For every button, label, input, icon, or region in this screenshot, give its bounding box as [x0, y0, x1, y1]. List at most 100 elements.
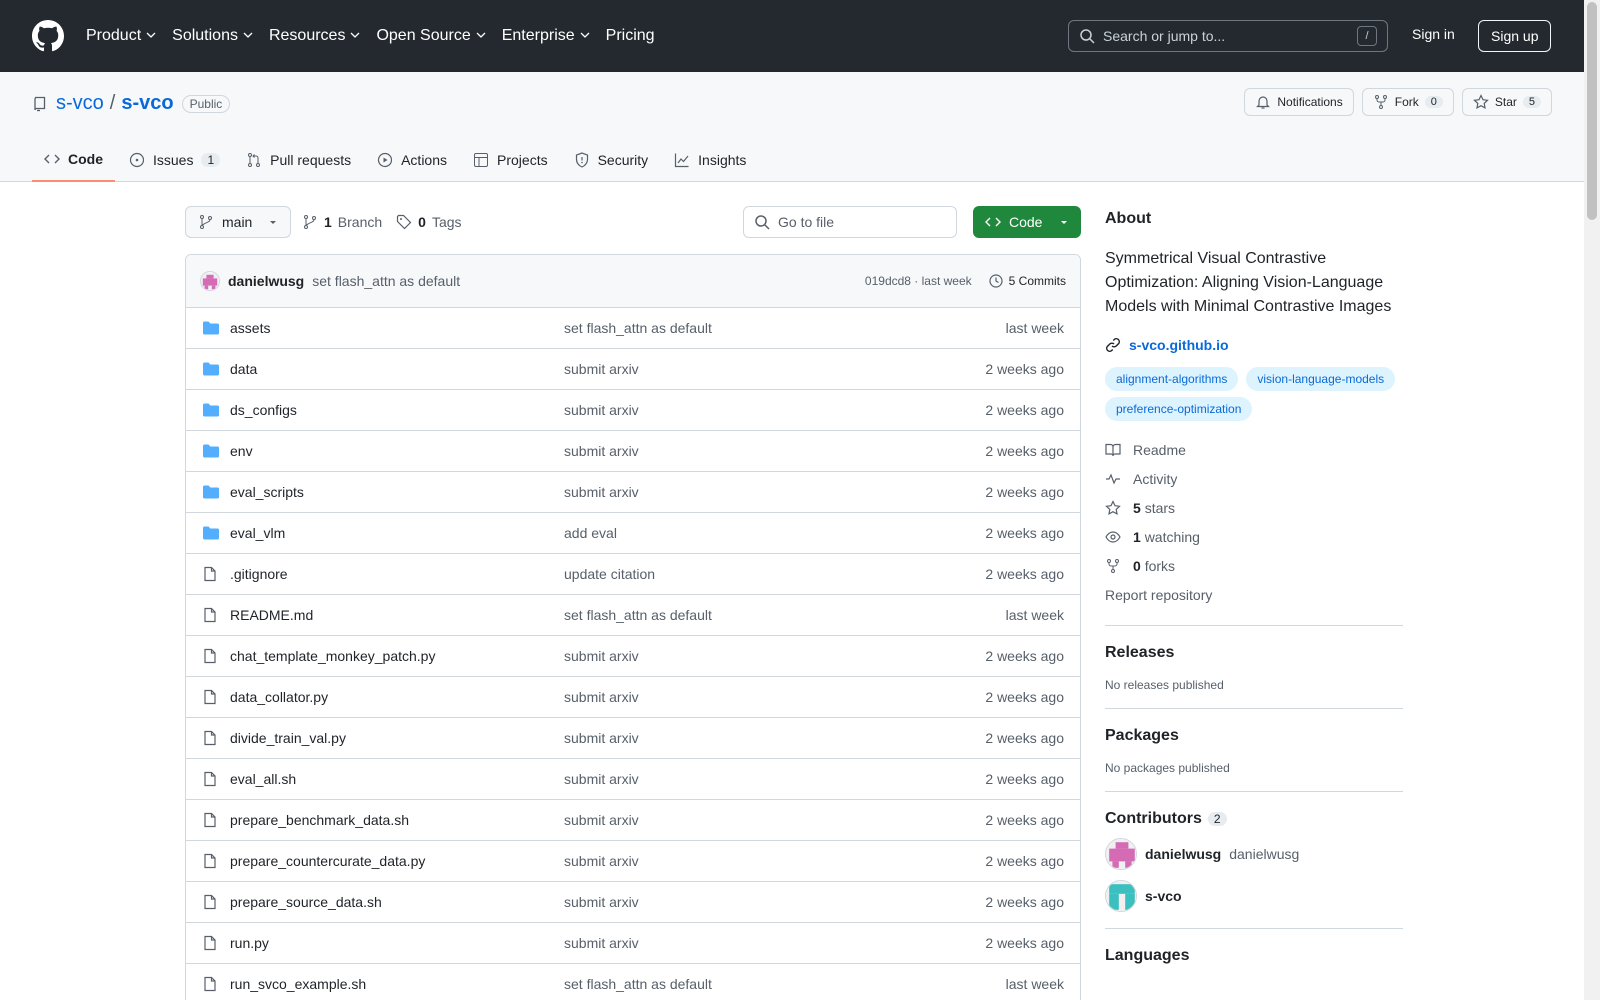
contributors-heading[interactable]: Contributors	[1105, 810, 1202, 828]
topic-tag[interactable]: alignment-algorithms	[1105, 367, 1239, 391]
search-input[interactable]: Search or jump to... /	[1068, 20, 1388, 52]
commit-message-link[interactable]: submit arxiv	[564, 361, 985, 377]
file-name-link[interactable]: run_svco_example.sh	[230, 976, 564, 992]
commit-message-link[interactable]: submit arxiv	[564, 730, 985, 746]
go-to-file-input[interactable]: Go to file	[743, 206, 957, 238]
play-icon	[377, 152, 393, 168]
fork-button[interactable]: Fork 0	[1361, 88, 1454, 116]
file-name-link[interactable]: chat_template_monkey_patch.py	[230, 648, 564, 664]
branches-link[interactable]: 1 Branch	[302, 214, 382, 230]
file-icon	[202, 689, 220, 705]
contributor-item[interactable]: s-vco	[1105, 880, 1403, 912]
scrollbar-thumb[interactable]	[1587, 2, 1597, 220]
tab-actions[interactable]: Actions	[365, 138, 459, 182]
contributor-item[interactable]: danielwusg danielwusg	[1105, 838, 1403, 870]
nav-open-source[interactable]: Open Source	[376, 27, 486, 45]
sign-up-button[interactable]: Sign up	[1478, 20, 1552, 52]
commit-message-link[interactable]: submit arxiv	[564, 771, 985, 787]
file-name-link[interactable]: run.py	[230, 935, 564, 951]
commit-message-link[interactable]: submit arxiv	[564, 812, 985, 828]
commit-message-link[interactable]: submit arxiv	[564, 443, 985, 459]
file-name-link[interactable]: .gitignore	[230, 566, 564, 582]
tab-label: Security	[597, 152, 649, 168]
search-icon	[754, 214, 770, 230]
stars-link[interactable]: 5 stars	[1105, 493, 1403, 522]
file-name-link[interactable]: README.md	[230, 607, 564, 623]
file-name-link[interactable]: prepare_countercurate_data.py	[230, 853, 564, 869]
tab-code[interactable]: Code	[32, 138, 115, 182]
commit-message-link[interactable]: submit arxiv	[564, 853, 985, 869]
file-name-link[interactable]: data_collator.py	[230, 689, 564, 705]
repo-name-link[interactable]: s-vco	[121, 92, 173, 115]
commit-message-link[interactable]: submit arxiv	[564, 689, 985, 705]
commit-message-link[interactable]: submit arxiv	[564, 648, 985, 664]
tag-label: Tags	[431, 214, 462, 230]
tab-issues[interactable]: Issues 1	[117, 138, 232, 182]
topic-tag[interactable]: preference-optimization	[1105, 397, 1253, 421]
file-name-link[interactable]: eval_scripts	[230, 484, 564, 500]
file-name-link[interactable]: prepare_benchmark_data.sh	[230, 812, 564, 828]
file-icon	[202, 730, 220, 746]
star-icon	[1473, 94, 1489, 110]
file-name-link[interactable]: eval_all.sh	[230, 771, 564, 787]
report-repository-link[interactable]: Report repository	[1105, 580, 1403, 609]
file-name-link[interactable]: divide_train_val.py	[230, 730, 564, 746]
forks-link[interactable]: 0 forks	[1105, 551, 1403, 580]
commits-link[interactable]: 5 Commits	[988, 273, 1066, 289]
homepage-link[interactable]: s-vco.github.io	[1105, 337, 1403, 353]
commit-message-link[interactable]: set flash_attn as default	[564, 607, 1006, 623]
watching-link[interactable]: 1 watching	[1105, 522, 1403, 551]
file-name-link[interactable]: prepare_source_data.sh	[230, 894, 564, 910]
commit-author[interactable]: danielwusg	[228, 273, 304, 289]
commit-message-link[interactable]: set flash_attn as default	[564, 320, 1006, 336]
page-scrollbar[interactable]	[1584, 0, 1600, 1000]
commit-message-link[interactable]: add eval	[564, 525, 985, 541]
file-name-link[interactable]: assets	[230, 320, 564, 336]
table-row: env submit arxiv 2 weeks ago	[186, 431, 1080, 472]
nav-pricing[interactable]: Pricing	[606, 27, 655, 45]
commit-message-link[interactable]: set flash_attn as default	[564, 976, 1006, 992]
star-button[interactable]: Star 5	[1461, 88, 1552, 116]
readme-link[interactable]: Readme	[1105, 435, 1403, 464]
file-name-link[interactable]: data	[230, 361, 564, 377]
search-icon	[1079, 28, 1095, 44]
topic-tag[interactable]: vision-language-models	[1246, 367, 1396, 391]
sign-in-link[interactable]: Sign in	[1412, 26, 1455, 42]
commit-date: 2 weeks ago	[985, 443, 1064, 459]
repo-separator: /	[109, 92, 116, 114]
packages-text: No packages published	[1105, 761, 1230, 775]
nav-product[interactable]: Product	[86, 27, 156, 45]
nav-resources[interactable]: Resources	[269, 27, 360, 45]
avatar[interactable]	[200, 271, 220, 291]
activity-link[interactable]: Activity	[1105, 464, 1403, 493]
nav-label: Pricing	[605, 27, 655, 44]
file-name-link[interactable]: ds_configs	[230, 402, 564, 418]
github-logo-icon[interactable]	[32, 20, 64, 52]
commit-message-link[interactable]: submit arxiv	[564, 894, 985, 910]
commit-message-link[interactable]: submit arxiv	[564, 402, 985, 418]
commit-message-link[interactable]: update citation	[564, 566, 985, 582]
search-placeholder: Search or jump to...	[1103, 28, 1226, 44]
nav-enterprise[interactable]: Enterprise	[502, 27, 590, 45]
commit-message-link[interactable]: submit arxiv	[564, 935, 985, 951]
tab-security[interactable]: Security	[562, 138, 661, 182]
commit-message[interactable]: set flash_attn as default	[312, 273, 460, 289]
tab-projects[interactable]: Projects	[461, 138, 560, 182]
tags-link[interactable]: 0 Tags	[396, 214, 462, 230]
nav-solutions[interactable]: Solutions	[172, 27, 253, 45]
tab-pull-requests[interactable]: Pull requests	[234, 138, 363, 182]
tab-insights[interactable]: Insights	[662, 138, 758, 182]
commit-hash-time[interactable]: 019dcd8 · last week	[865, 274, 972, 288]
branch-select-button[interactable]: main	[185, 206, 292, 238]
file-name-link[interactable]: env	[230, 443, 564, 459]
file-name-link[interactable]: eval_vlm	[230, 525, 564, 541]
tag-icon	[396, 214, 412, 230]
code-download-button[interactable]: Code	[973, 206, 1081, 238]
repo-owner-link[interactable]: s-vco	[56, 92, 104, 115]
packages-heading[interactable]: Packages	[1105, 727, 1179, 745]
releases-heading[interactable]: Releases	[1105, 644, 1174, 662]
commit-message-link[interactable]: submit arxiv	[564, 484, 985, 500]
file-icon	[202, 566, 220, 582]
notifications-button[interactable]: Notifications	[1244, 88, 1354, 116]
nav-label: Resources	[268, 27, 346, 44]
